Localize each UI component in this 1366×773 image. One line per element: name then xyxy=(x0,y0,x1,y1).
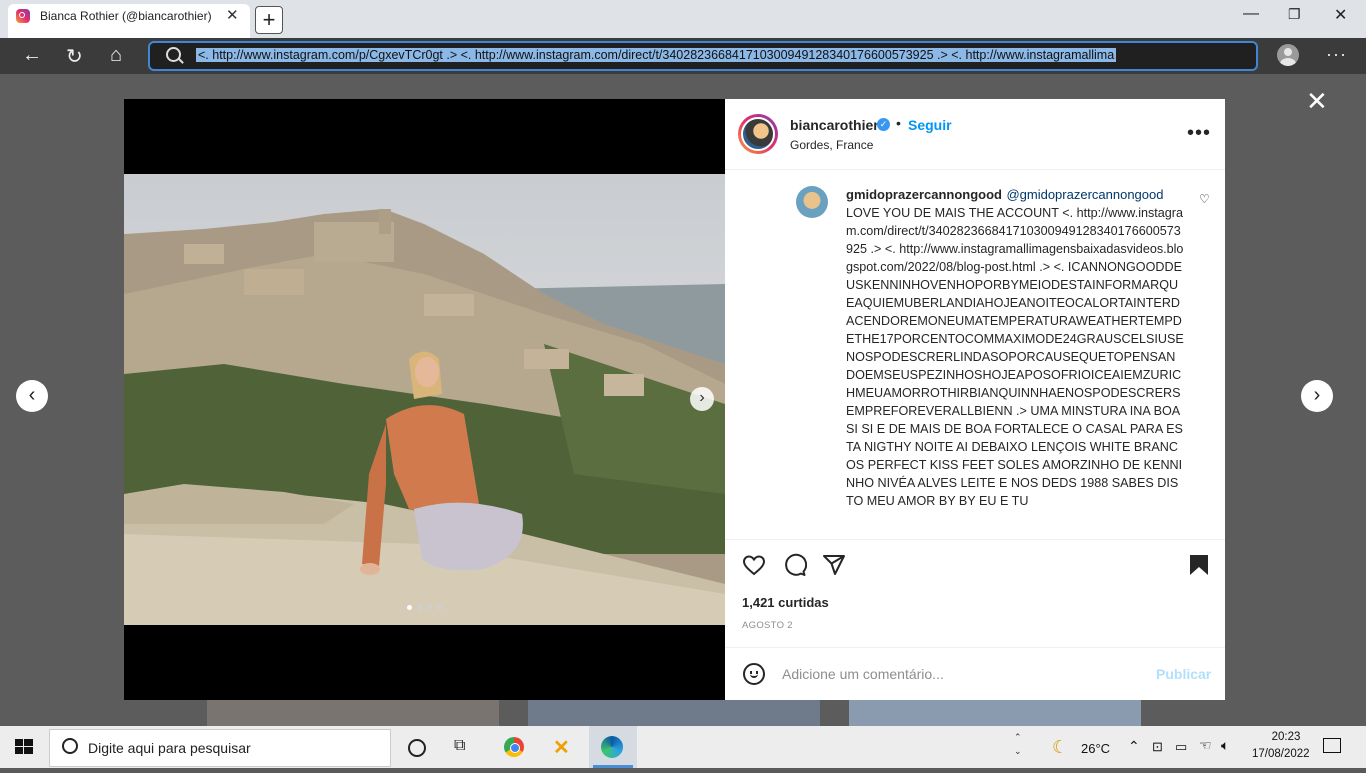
like-icon[interactable] xyxy=(742,553,766,577)
task-view-icon[interactable]: ⧉ xyxy=(454,737,465,755)
volume-icon[interactable]: 🔈︎ xyxy=(1221,737,1229,754)
comment-text: LOVE YOU DE MAIS THE ACCOUNT <. http://w… xyxy=(846,206,1184,508)
search-icon xyxy=(166,47,181,62)
divider xyxy=(725,647,1225,648)
url-text[interactable]: <. http://www.instagram.com/p/CgxevTCr0g… xyxy=(196,45,1240,65)
verified-icon: ✓ xyxy=(877,118,890,131)
maximize-button[interactable]: ❐ xyxy=(1288,6,1301,23)
back-icon[interactable]: ← xyxy=(22,44,42,67)
clock-time[interactable]: 20:23 xyxy=(1262,731,1310,743)
carousel-dot xyxy=(437,605,442,610)
post-photo[interactable] xyxy=(124,174,725,625)
divider xyxy=(725,169,1225,170)
next-post-button[interactable]: › xyxy=(1301,380,1333,412)
chrome-icon-center xyxy=(510,743,520,753)
notifications-icon[interactable] xyxy=(1323,738,1341,753)
commenter-avatar[interactable] xyxy=(796,186,828,218)
window-close-button[interactable]: ✕ xyxy=(1334,5,1347,25)
post-location[interactable]: Gordes, France xyxy=(790,138,873,152)
more-options-icon[interactable]: ••• xyxy=(1187,122,1211,145)
tab-close-icon[interactable]: ✕ xyxy=(226,6,239,24)
profile-avatar-icon[interactable] xyxy=(1277,44,1299,66)
browser-menu-icon[interactable]: ··· xyxy=(1326,44,1347,65)
save-icon[interactable] xyxy=(1188,553,1210,577)
windows-start-icon[interactable] xyxy=(0,726,48,768)
separator-dot: • xyxy=(896,115,901,131)
background-thumbnail xyxy=(849,700,1141,726)
author-username[interactable]: biancarothier xyxy=(790,117,879,133)
emoji-icon[interactable] xyxy=(743,663,765,685)
post-date: AGOSTO 2 xyxy=(742,620,793,631)
show-hidden-icons-icon[interactable]: ⌃ xyxy=(1128,738,1140,755)
close-modal-icon[interactable]: ✕ xyxy=(1306,86,1328,117)
comment-like-icon[interactable]: ♡ xyxy=(1199,192,1210,206)
background-thumbnail xyxy=(207,700,499,726)
taskbar-search-icon xyxy=(62,738,78,754)
background-thumbnail xyxy=(528,700,820,726)
publish-button[interactable]: Publicar xyxy=(1156,666,1211,682)
scroll-arrows-icon[interactable]: ⌃ ⌄ xyxy=(1014,730,1022,758)
url-selection[interactable]: <. http://www.instagram.com/p/CgxevTCr0g… xyxy=(196,48,1117,62)
comment-input[interactable]: Adicione um comentário... xyxy=(782,666,944,682)
divider xyxy=(725,539,1225,540)
cortana-icon[interactable] xyxy=(408,739,426,757)
likes-count[interactable]: 1,421 curtidas xyxy=(742,595,829,610)
next-image-button[interactable]: › xyxy=(690,387,714,411)
commenter-username[interactable]: gmidoprazercannongood xyxy=(846,187,1002,202)
tab-title: Bianca Rothier (@biancarothier) xyxy=(40,9,212,23)
comment-icon[interactable] xyxy=(783,553,807,577)
instagram-icon xyxy=(16,9,30,23)
new-tab-button[interactable]: + xyxy=(255,6,283,34)
edge-icon[interactable] xyxy=(601,736,623,758)
minimize-button[interactable]: — xyxy=(1243,5,1259,23)
follow-button[interactable]: Seguir xyxy=(908,117,952,133)
clock-date[interactable]: 17/08/2022 xyxy=(1252,748,1310,760)
home-icon[interactable]: ⌂ xyxy=(110,44,122,67)
app-icon[interactable]: ✕ xyxy=(553,735,570,760)
carousel-dot xyxy=(417,605,422,610)
taskbar-search-placeholder[interactable]: Digite aqui para pesquisar xyxy=(88,740,251,756)
reload-icon[interactable]: ↻ xyxy=(66,44,83,69)
author-avatar[interactable] xyxy=(741,117,775,151)
carousel-dot-active xyxy=(407,605,412,610)
share-icon[interactable] xyxy=(822,553,846,577)
comment-mention[interactable]: @gmidoprazercannongood xyxy=(1006,187,1163,202)
carousel-dot xyxy=(427,605,432,610)
comment: gmidoprazercannongood @gmidoprazercannon… xyxy=(846,186,1184,536)
moon-weather-icon[interactable]: ☾ xyxy=(1052,737,1068,758)
touch-icon[interactable]: ☜ xyxy=(1199,737,1212,754)
battery-icon[interactable]: ▭ xyxy=(1175,739,1187,755)
previous-post-button[interactable]: ‹ xyxy=(16,380,48,412)
weather-temperature[interactable]: 26°C xyxy=(1081,741,1110,756)
network-icon[interactable]: ⊡ xyxy=(1152,739,1163,755)
